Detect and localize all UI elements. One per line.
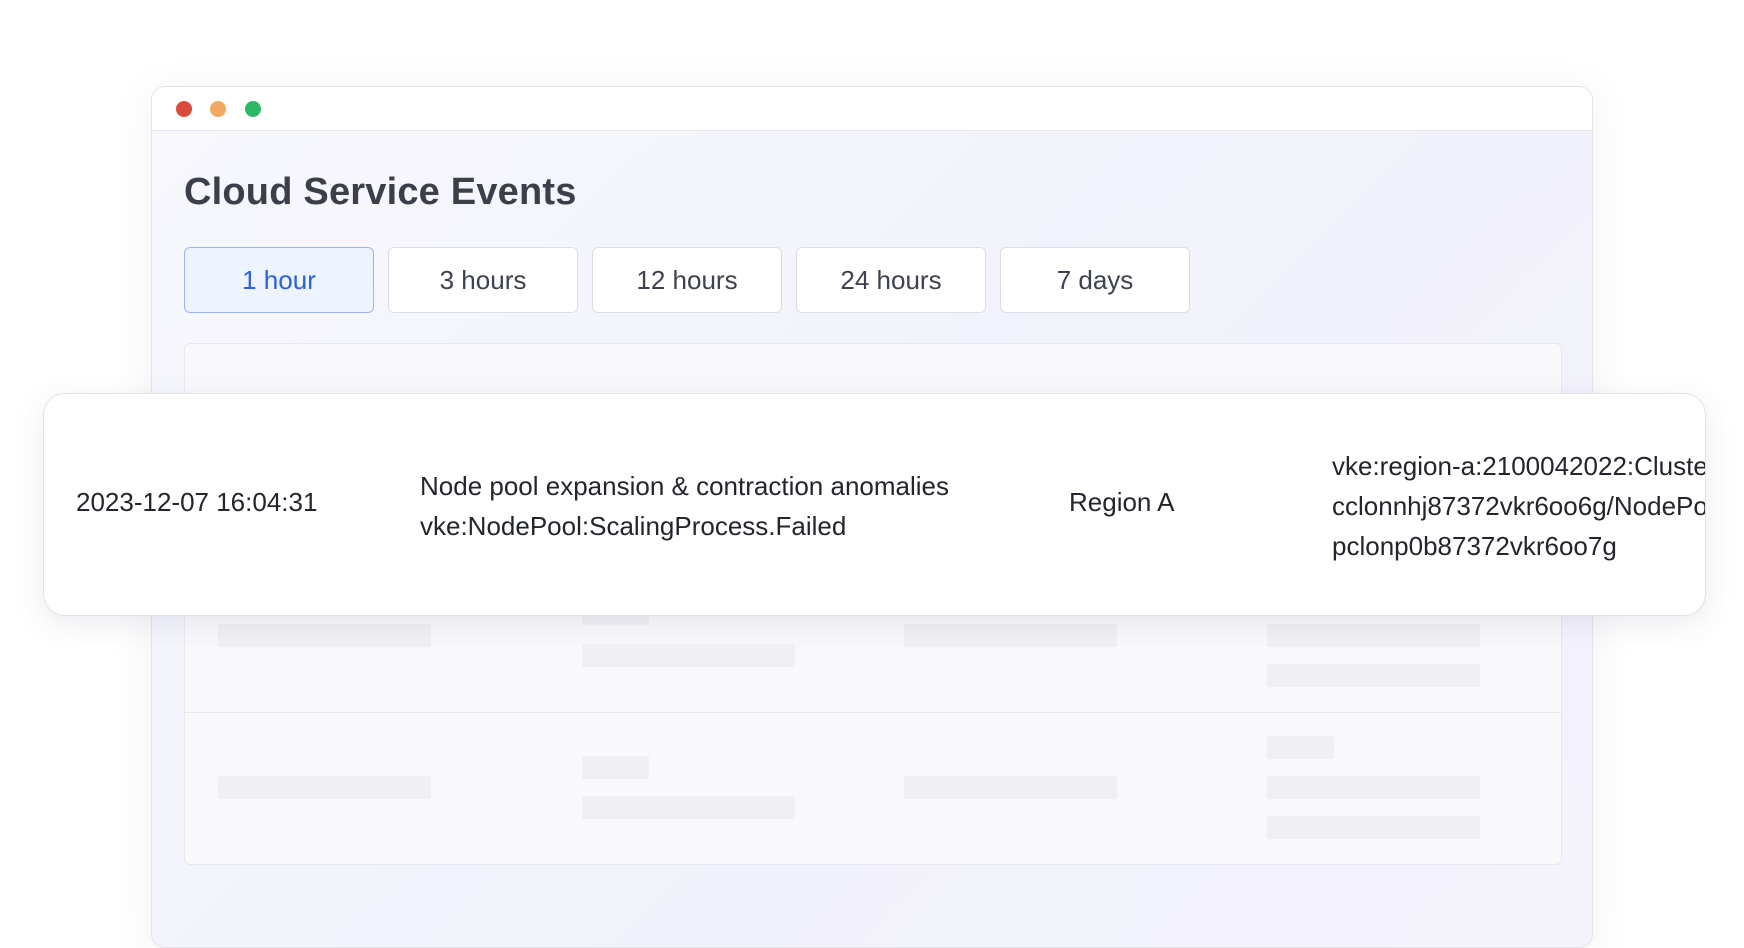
close-window-button[interactable] <box>176 101 192 117</box>
event-name: Node pool expansion & contraction anomal… <box>420 471 950 501</box>
event-timestamp: 2023-12-07 16:04:31 <box>76 487 318 517</box>
event-region: Region A <box>1069 487 1175 517</box>
skeleton-placeholder <box>1267 664 1480 687</box>
event-resource: vke:region-a:2100042022:Cluste cclonnhj8… <box>1332 446 1706 566</box>
resource-line: cclonnhj87372vkr6oo6g/NodePo <box>1332 491 1706 521</box>
skeleton-placeholder <box>582 756 649 779</box>
tab-3-hours[interactable]: 3 hours <box>388 247 578 313</box>
maximize-window-button[interactable] <box>245 101 261 117</box>
page-title: Cloud Service Events <box>184 171 577 213</box>
skeleton-placeholder <box>582 644 795 667</box>
resource-line: vke:region-a:2100042022:Cluste <box>1332 451 1706 481</box>
table-row-divider <box>185 712 1561 713</box>
skeleton-placeholder <box>582 796 795 819</box>
tab-7-days[interactable]: 7 days <box>1000 247 1190 313</box>
skeleton-placeholder <box>1267 816 1480 839</box>
tab-12-hours[interactable]: 12 hours <box>592 247 782 313</box>
skeleton-placeholder <box>1267 776 1480 799</box>
skeleton-placeholder <box>904 624 1117 647</box>
event-row-card[interactable]: 2023-12-07 16:04:31 Node pool expansion … <box>43 393 1706 616</box>
window-titlebar <box>152 87 1592 131</box>
skeleton-placeholder <box>218 776 431 799</box>
event-description: Node pool expansion & contraction anomal… <box>420 466 949 546</box>
minimize-window-button[interactable] <box>210 101 226 117</box>
tab-24-hours[interactable]: 24 hours <box>796 247 986 313</box>
tab-1-hour[interactable]: 1 hour <box>184 247 374 313</box>
skeleton-placeholder <box>1267 624 1480 647</box>
skeleton-placeholder <box>218 624 431 647</box>
resource-line: pclonp0b87372vkr6oo7g <box>1332 531 1617 561</box>
skeleton-placeholder <box>1267 736 1334 759</box>
event-code: vke:NodePool:ScalingProcess.Failed <box>420 511 847 541</box>
skeleton-placeholder <box>904 776 1117 799</box>
